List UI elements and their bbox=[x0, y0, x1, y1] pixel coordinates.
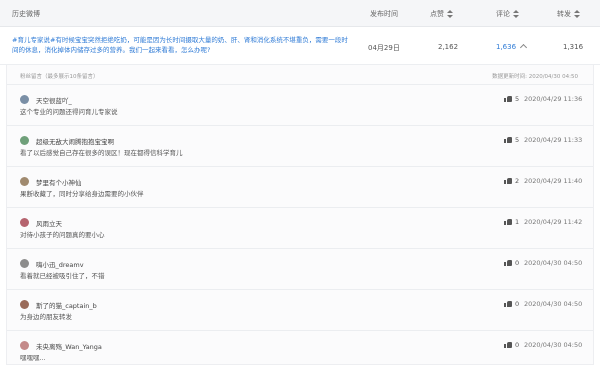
chevron-up-icon[interactable] bbox=[520, 43, 528, 52]
comment-username[interactable]: 天空很蓝吖_ bbox=[36, 95, 72, 105]
comment-text: 看了以后感觉自己存在很多的误区！现在都得信科学育儿 bbox=[20, 149, 183, 157]
publish-time-column-header: 发布时间 bbox=[370, 10, 398, 18]
comment-time: 2020/04/29 11:42 bbox=[524, 218, 583, 226]
thumbs-up-icon bbox=[504, 177, 512, 184]
avatar[interactable] bbox=[20, 177, 29, 186]
table-row: #育儿专家说#有时候宝宝突然拒绝吃奶，可能是因为长时间摄取大量的奶、肝、肾和消化… bbox=[0, 27, 600, 65]
thumbs-up-icon bbox=[504, 136, 512, 143]
comment-username[interactable]: 嗨小迅_dreamv bbox=[36, 259, 84, 269]
likes-column-header[interactable]: 点赞 bbox=[430, 9, 453, 19]
comment-username[interactable]: 未央离殇_Wan_Yanga bbox=[36, 341, 102, 351]
avatar[interactable] bbox=[20, 341, 29, 350]
post-likes: 2,162 bbox=[438, 43, 459, 51]
comment-item: 天空很蓝吖_ 这个专业的问题还得问育儿专家说 5 2020/04/29 11:36 bbox=[7, 85, 593, 126]
comment-username[interactable]: 风雨立天 bbox=[36, 218, 62, 228]
comments-panel-title: 粉丝留言（最多展示10条留言） bbox=[20, 74, 99, 80]
comment-item: 超级无敌大闹腾抱抱宝宝啊看了以后感觉自己存在很多的误区！现在都得信科学育儿 5 20… bbox=[7, 126, 593, 167]
comment-text: 看着就已经被吸引住了，不错 bbox=[20, 272, 105, 280]
comment-likes: 0 bbox=[504, 341, 519, 349]
comment-like-count: 5 bbox=[515, 95, 520, 103]
thumbs-up-icon bbox=[504, 95, 512, 102]
post-text-link[interactable]: #育儿专家说#有时候宝宝突然拒绝吃奶，可能是因为长时间摄取大量的奶、肝、肾和消化… bbox=[12, 36, 352, 55]
avatar[interactable] bbox=[20, 95, 29, 104]
comment-like-count: 0 bbox=[515, 341, 520, 349]
comment-username[interactable]: 超级无敌大闹腾抱抱宝宝啊 bbox=[36, 136, 114, 146]
comment-username[interactable]: 斯了的猫_captain_b bbox=[36, 300, 97, 310]
post-reposts: 1,316 bbox=[563, 43, 584, 51]
comment-time: 2020/04/29 11:33 bbox=[524, 136, 583, 144]
comments-panel: 粉丝留言（最多展示10条留言） 数据更新时间: 2020/04/30 04:50… bbox=[6, 65, 594, 365]
table-header: 历史微博 发布时间 点赞 评论 转发 bbox=[0, 0, 600, 27]
comment-text: 对待小孩子的问题真的要小心 bbox=[20, 231, 105, 239]
comment-likes: 5 bbox=[504, 136, 519, 144]
comment-text: 为身边的朋友转发 bbox=[20, 313, 72, 321]
thumbs-up-icon bbox=[504, 218, 512, 225]
comment-item: 梦里有个小神仙果断收藏了，同时分享给身边需要的小伙伴 2 2020/04/29 11… bbox=[7, 167, 593, 208]
avatar[interactable] bbox=[20, 136, 29, 145]
comment-like-count: 2 bbox=[515, 177, 520, 185]
comments-column-header[interactable]: 评论 bbox=[496, 9, 519, 19]
reposts-column-header[interactable]: 转发 bbox=[557, 9, 580, 19]
sort-icon[interactable] bbox=[574, 10, 580, 18]
comment-like-count: 1 bbox=[515, 218, 520, 226]
comment-like-count: 5 bbox=[515, 136, 520, 144]
post-comments-toggle[interactable]: 1,636 bbox=[496, 43, 528, 52]
comment-time: 2020/04/29 11:36 bbox=[524, 95, 583, 103]
comment-likes: 5 bbox=[504, 95, 519, 103]
data-update-time: 数据更新时间: 2020/04/30 04:50 bbox=[492, 74, 578, 80]
thumbs-up-icon bbox=[504, 341, 512, 348]
comment-item: 斯了的猫_captain_b 为身边的朋友转发 0 2020/04/30 04:50 bbox=[7, 290, 593, 331]
history-column-header: 历史微博 bbox=[12, 10, 40, 18]
comment-text: 果断收藏了，同时分享给身边需要的小伙伴 bbox=[20, 190, 144, 198]
comment-like-count: 0 bbox=[515, 259, 520, 267]
comment-item: 风雨立天对待小孩子的问题真的要小心 1 2020/04/29 11:42 bbox=[7, 208, 593, 249]
comments-panel-header: 粉丝留言（最多展示10条留言） 数据更新时间: 2020/04/30 04:50 bbox=[7, 65, 593, 85]
post-comments-count: 1,636 bbox=[496, 43, 517, 51]
comment-like-count: 0 bbox=[515, 300, 520, 308]
avatar[interactable] bbox=[20, 218, 29, 227]
sort-icon[interactable] bbox=[513, 10, 519, 18]
comment-likes: 1 bbox=[504, 218, 519, 226]
comment-likes: 0 bbox=[504, 259, 519, 267]
comment-time: 2020/04/30 04:50 bbox=[524, 341, 583, 349]
comment-text: 这个专业的问题还得问育儿专家说 bbox=[20, 108, 118, 116]
thumbs-up-icon bbox=[504, 300, 512, 307]
comment-username[interactable]: 梦里有个小神仙 bbox=[36, 177, 82, 187]
comment-time: 2020/04/30 04:50 bbox=[524, 259, 583, 267]
avatar[interactable] bbox=[20, 259, 29, 268]
reposts-header-label: 转发 bbox=[557, 10, 571, 18]
sort-icon[interactable] bbox=[447, 10, 453, 18]
avatar[interactable] bbox=[20, 300, 29, 309]
comment-likes: 0 bbox=[504, 300, 519, 308]
likes-header-label: 点赞 bbox=[430, 10, 444, 18]
comment-text: 嘿嘿嘿... bbox=[20, 354, 46, 362]
comment-item: 未央离殇_Wan_Yanga 嘿嘿嘿... 0 2020/04/30 04:50 bbox=[7, 331, 593, 365]
comment-time: 2020/04/30 04:50 bbox=[524, 300, 583, 308]
thumbs-up-icon bbox=[504, 259, 512, 266]
comment-likes: 2 bbox=[504, 177, 519, 185]
comment-time: 2020/04/29 11:40 bbox=[524, 177, 583, 185]
post-date: 04月29日 bbox=[368, 44, 400, 52]
comment-item: 嗨小迅_dreamv 看着就已经被吸引住了，不错 0 2020/04/30 04:50 bbox=[7, 249, 593, 290]
comments-header-label: 评论 bbox=[496, 10, 510, 18]
